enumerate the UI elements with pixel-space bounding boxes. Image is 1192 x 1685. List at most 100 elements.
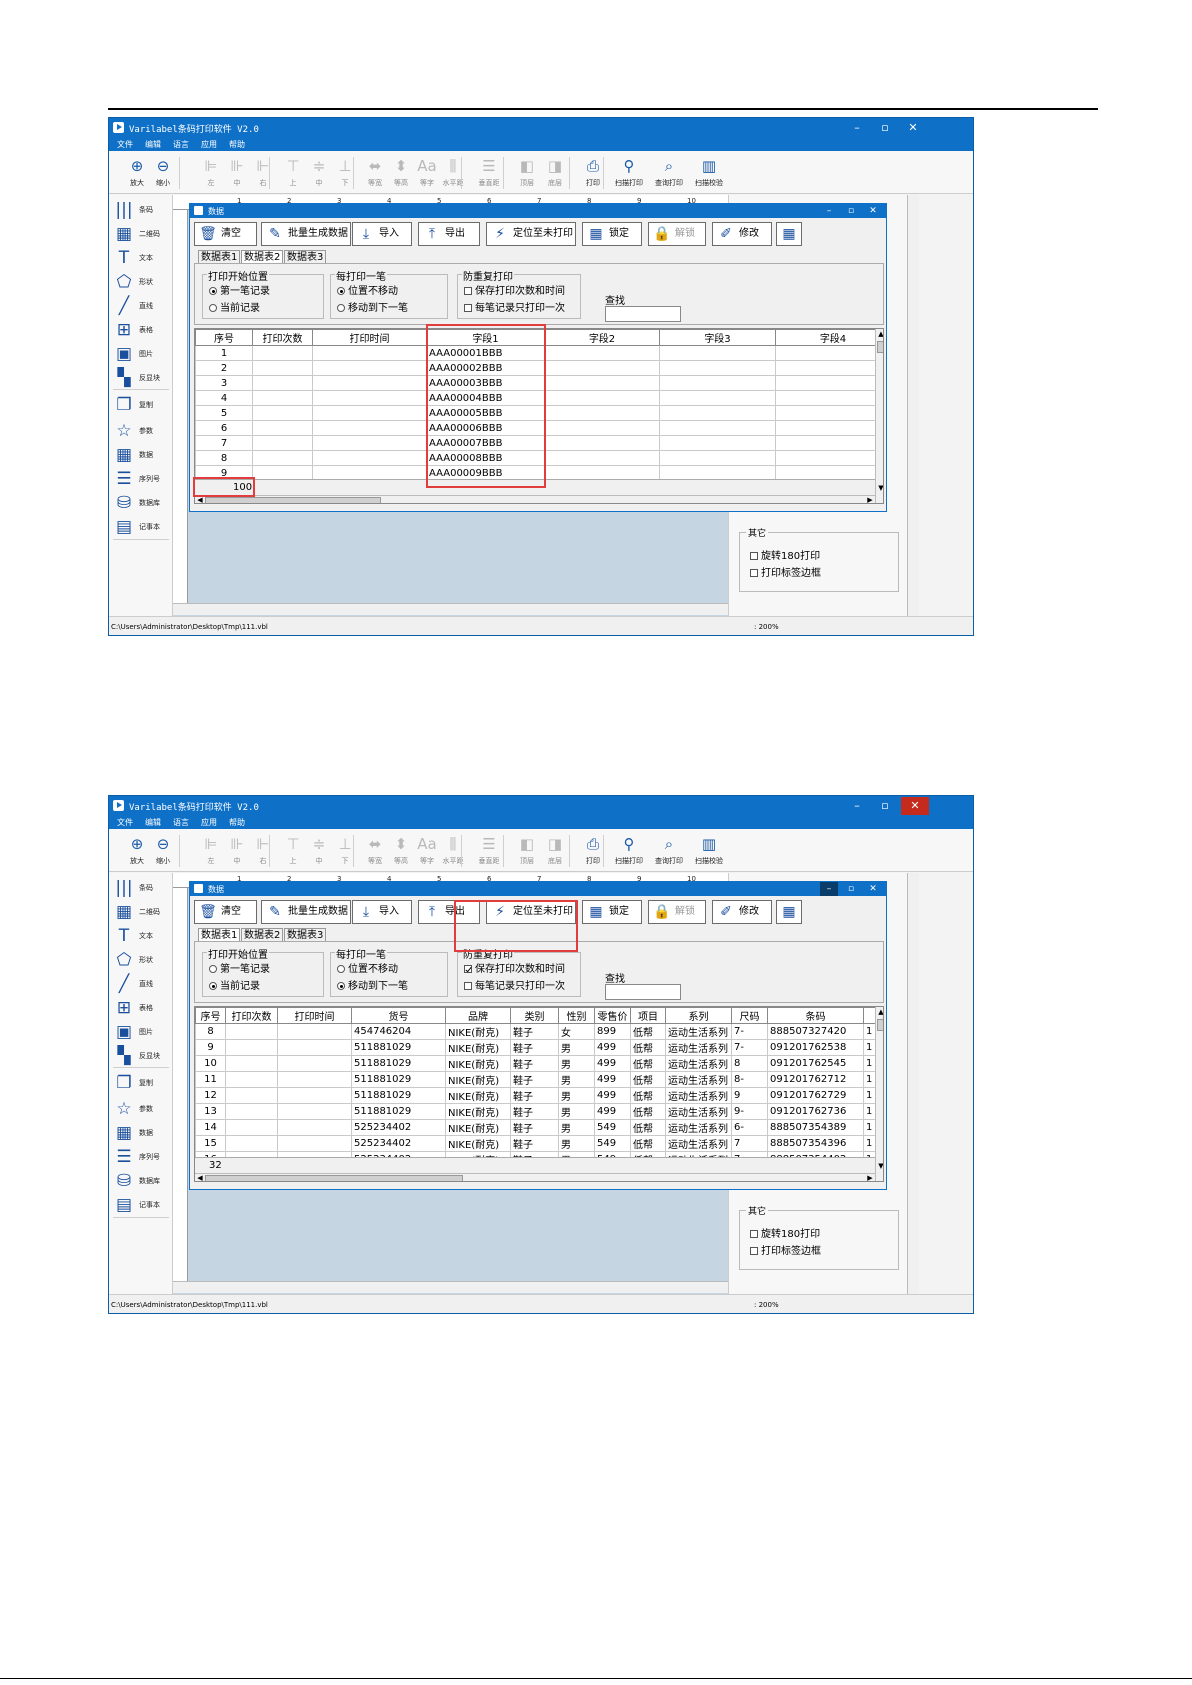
table-cell[interactable] xyxy=(277,1119,352,1136)
table-cell[interactable] xyxy=(659,375,776,391)
sidebar-item[interactable]: ||| 条码 xyxy=(109,198,173,221)
dialog-button[interactable]: 🗑 清空 xyxy=(194,900,257,924)
table-cell[interactable]: 4 xyxy=(195,390,253,406)
table-cell[interactable]: AAA00008BBB xyxy=(426,450,545,466)
table-cell[interactable] xyxy=(775,450,883,466)
table-cell[interactable]: 511881029 xyxy=(351,1103,446,1120)
table-cell[interactable]: 9 xyxy=(731,1087,768,1104)
sidebar-item[interactable]: ▦ 二维码 xyxy=(109,900,173,923)
table-row[interactable]: 7 AAA00007BBB xyxy=(195,435,883,451)
table-cell[interactable]: 8- xyxy=(731,1071,768,1088)
toolbar-button[interactable]: ⊤ 上 xyxy=(279,832,307,870)
toolbar-button[interactable]: ▥ 扫描校验 xyxy=(695,832,723,870)
table-cell[interactable]: 499 xyxy=(594,1071,631,1088)
table-cell[interactable]: NIKE(耐克) xyxy=(445,1039,511,1056)
table-cell[interactable] xyxy=(544,375,660,391)
table-cell[interactable]: 1 xyxy=(863,1055,876,1072)
scroll-down-arrow-icon[interactable]: ▼ xyxy=(876,483,883,493)
table-cell[interactable] xyxy=(277,1103,352,1120)
table-cell[interactable] xyxy=(225,1103,278,1120)
dialog-minimize-button[interactable]: – xyxy=(820,204,838,218)
sidebar-item[interactable]: ||| 条码 xyxy=(109,876,173,899)
column-header[interactable]: 打印时间 xyxy=(277,1007,352,1024)
table-row[interactable]: 12 511881029 NIKE(耐克) 鞋子男 499 低帮 运动生活系列 9 091201… xyxy=(195,1087,876,1104)
table-cell[interactable]: AAA00005BBB xyxy=(426,405,545,421)
table-cell[interactable]: 运动生活系列 xyxy=(665,1055,732,1072)
sidebar-item[interactable]: ▤ 记事本 xyxy=(109,515,173,538)
menu-item[interactable]: 应用 xyxy=(197,138,221,151)
checkbox-box[interactable] xyxy=(464,287,472,295)
table-row[interactable]: 9 511881029 NIKE(耐克) 鞋子男 499 低帮 运动生活系列 7- 091201… xyxy=(195,1039,876,1056)
column-header[interactable]: 品牌 xyxy=(445,1007,511,1024)
table-cell[interactable]: 低帮 xyxy=(630,1135,666,1152)
toolbar-button[interactable]: ◧ 顶层 xyxy=(513,832,541,870)
table-cell[interactable]: 091201762736 xyxy=(767,1103,864,1120)
table-cell[interactable] xyxy=(775,360,883,376)
search-input[interactable] xyxy=(605,984,681,1000)
scroll-up-arrow-icon[interactable]: ▲ xyxy=(876,329,883,339)
dialog-button[interactable]: 🗑 清空 xyxy=(194,222,257,246)
menu-item[interactable]: 语言 xyxy=(169,138,193,151)
table-cell[interactable]: 091201762729 xyxy=(767,1087,864,1104)
table-cell[interactable]: 1 xyxy=(863,1135,876,1152)
toolbar-button[interactable]: Aa 等字 xyxy=(413,154,441,192)
grid-vertical-scrollbar[interactable]: ▲ ▼ xyxy=(875,1007,883,1181)
table-cell[interactable]: 7- xyxy=(731,1023,768,1040)
table-cell[interactable]: AAA00002BBB xyxy=(426,360,545,376)
table-cell[interactable]: 男 xyxy=(558,1071,595,1088)
table-cell[interactable]: 低帮 xyxy=(630,1055,666,1072)
table-cell[interactable]: 鞋子 xyxy=(510,1103,559,1120)
checkbox-box[interactable] xyxy=(750,552,758,560)
table-cell[interactable] xyxy=(225,1087,278,1104)
table-cell[interactable]: 454746204 xyxy=(351,1023,446,1040)
column-header[interactable]: 字段1 xyxy=(426,329,545,346)
checkbox-box[interactable] xyxy=(464,304,472,312)
scrollbar-thumb[interactable] xyxy=(877,1019,883,1031)
dialog-maximize-button[interactable]: ▫ xyxy=(842,204,860,218)
option-radio[interactable]: 位置不移动 xyxy=(337,282,398,297)
table-cell[interactable]: 888507354396 xyxy=(767,1135,864,1152)
table-cell[interactable] xyxy=(659,345,776,361)
dialog-button[interactable]: ▦ 锁定 xyxy=(582,222,642,246)
toolbar-button[interactable]: ⊥ 下 xyxy=(331,832,359,870)
search-input[interactable] xyxy=(605,306,681,322)
toolbar-button[interactable]: ⬌ 等宽 xyxy=(361,832,389,870)
table-cell[interactable] xyxy=(252,375,313,391)
column-header[interactable]: 系列 xyxy=(665,1007,732,1024)
table-cell[interactable]: 低帮 xyxy=(630,1023,666,1040)
table-cell[interactable]: 1 xyxy=(863,1023,876,1040)
table-cell[interactable]: 低帮 xyxy=(630,1087,666,1104)
table-cell[interactable] xyxy=(225,1071,278,1088)
dialog-button[interactable]: ⚡ 定位至未打印 xyxy=(486,222,576,246)
table-cell[interactable]: 1 xyxy=(863,1119,876,1136)
close-button[interactable]: ✕ xyxy=(901,797,929,815)
menu-item[interactable]: 编辑 xyxy=(141,816,165,829)
sidebar-item[interactable]: ▦ 二维码 xyxy=(109,222,173,245)
other-option-checkbox[interactable]: 打印标签边框 xyxy=(750,1242,821,1257)
dup-option-checkbox[interactable]: 每笔记录只打印一次 xyxy=(464,299,565,314)
menu-item[interactable]: 文件 xyxy=(113,138,137,151)
table-cell[interactable] xyxy=(659,450,776,466)
toolbar-button[interactable]: ⫼ 水平距 xyxy=(439,832,467,870)
column-header[interactable]: 尺码 xyxy=(731,1007,768,1024)
scrollbar-thumb[interactable] xyxy=(877,341,883,353)
other-option-checkbox[interactable]: 旋转180打印 xyxy=(750,1225,820,1240)
dialog-button[interactable]: ⤒ 导出 xyxy=(418,222,480,246)
table-cell[interactable]: 7 xyxy=(731,1135,768,1152)
table-cell[interactable]: NIKE(耐克) xyxy=(445,1023,511,1040)
table-cell[interactable]: 7- xyxy=(731,1039,768,1056)
table-cell[interactable]: 鞋子 xyxy=(510,1071,559,1088)
column-header[interactable]: 项目 xyxy=(630,1007,666,1024)
table-cell[interactable]: 女 xyxy=(558,1023,595,1040)
sidebar-item[interactable]: ▤ 记事本 xyxy=(109,1193,173,1216)
dup-option-checkbox[interactable]: 保存打印次数和时间 xyxy=(464,960,565,975)
table-cell[interactable]: AAA00001BBB xyxy=(426,345,545,361)
table-row[interactable]: 4 AAA00004BBB xyxy=(195,390,883,406)
table-cell[interactable]: 鞋子 xyxy=(510,1023,559,1040)
column-header[interactable]: 零售价 xyxy=(594,1007,631,1024)
toolbar-button[interactable]: ◨ 底层 xyxy=(541,832,569,870)
table-cell[interactable]: 499 xyxy=(594,1103,631,1120)
sidebar-item[interactable]: ▦ 数据 xyxy=(109,1121,173,1144)
table-cell[interactable]: 低帮 xyxy=(630,1071,666,1088)
table-row[interactable]: 14 525234402 NIKE(耐克) 鞋子男 549 低帮 运动生活系列 6- 88850… xyxy=(195,1119,876,1136)
